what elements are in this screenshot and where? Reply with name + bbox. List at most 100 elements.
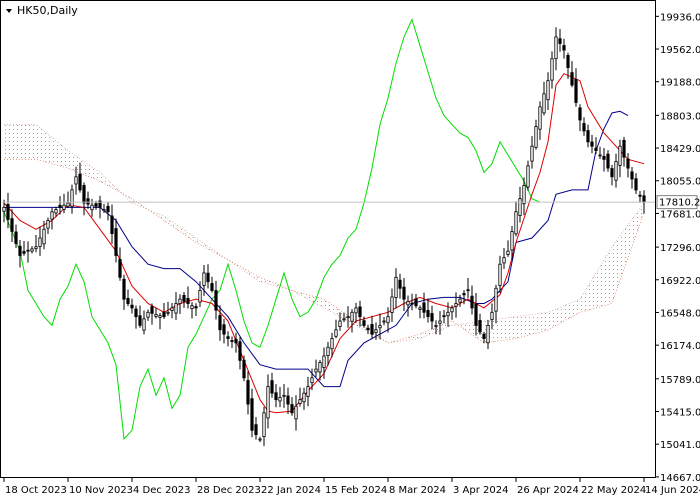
y-tick-label: 19188.0 [660, 78, 700, 89]
bear-candle-body [422, 302, 426, 313]
current-price-marker: 17810.2 [656, 195, 700, 210]
bear-candle-body [134, 308, 138, 318]
y-tick-label: 16922.0 [660, 276, 700, 287]
bear-candle-body [18, 245, 22, 256]
cloud-segment [12, 124, 20, 160]
bear-candle-body [398, 279, 402, 289]
bull-candle-body [294, 405, 298, 420]
cloud-segment [532, 313, 540, 335]
bear-candle-body [470, 295, 474, 309]
bull-candle-body [54, 209, 58, 214]
bear-candle-body [622, 139, 626, 158]
cloud-segment [500, 317, 508, 341]
bear-candle-body [234, 338, 238, 344]
bull-candle-body [158, 315, 162, 318]
bull-candle-body [390, 296, 394, 313]
bull-candle-body [342, 318, 346, 321]
bull-candle-body [166, 311, 170, 314]
bull-candle-body [518, 198, 522, 216]
bull-candle-body [258, 438, 262, 441]
cloud-segment [540, 312, 548, 332]
bull-candle-body [266, 386, 270, 419]
bull-candle-body [458, 298, 462, 303]
bear-candle-body [558, 38, 562, 44]
bull-candle-body [374, 329, 378, 334]
current-price-label: 17810.2 [659, 198, 700, 209]
bull-candle-body [378, 325, 382, 329]
bull-candle-body [446, 311, 450, 317]
bull-candle-body [282, 394, 286, 397]
y-tick-label: 17296.0 [660, 243, 700, 254]
bull-candle-body [598, 154, 602, 157]
bear-candle-body [130, 304, 134, 309]
bull-candle-body [34, 246, 38, 250]
bull-candle-body [146, 311, 150, 318]
x-tick-label: 15 Feb 2024 [325, 485, 387, 496]
bull-candle-body [278, 397, 282, 402]
bear-candle-body [594, 147, 598, 151]
bull-candle-body [42, 228, 46, 245]
bull-candle-body [382, 320, 386, 323]
y-tick-label: 18429.0 [660, 144, 700, 155]
bull-candle-body [190, 305, 194, 309]
bull-candle-body [70, 189, 74, 207]
bull-candle-body [142, 318, 146, 331]
bear-candle-body [6, 204, 10, 220]
y-tick-label: 18055.0 [660, 177, 700, 188]
bull-candle-body [306, 386, 310, 397]
bear-candle-body [186, 298, 190, 304]
y-tick-label: 18803.0 [660, 111, 700, 122]
bull-candle-body [2, 207, 6, 212]
bear-candle-body [118, 259, 122, 278]
bull-candle-body [326, 346, 330, 357]
bull-candle-body [438, 320, 442, 324]
bear-candle-body [442, 315, 446, 318]
x-tick-label: 8 Mar 2024 [389, 485, 446, 496]
bear-candle-body [82, 185, 86, 204]
bear-candle-body [86, 198, 90, 205]
bear-candle-body [150, 306, 154, 314]
bull-candle-body [154, 314, 158, 317]
bull-candle-body [262, 412, 266, 437]
x-tick-label: 18 Oct 2023 [5, 485, 67, 496]
bear-candle-body [358, 306, 362, 318]
bear-candle-body [238, 341, 242, 361]
x-tick-label: 22 May 2024 [581, 485, 646, 496]
chart-title-text: HK50,Daily [17, 4, 78, 17]
bull-candle-body [198, 290, 202, 303]
bear-candle-body [586, 130, 590, 143]
bear-candle-body [270, 380, 274, 394]
bull-candle-body [406, 300, 410, 306]
bear-candle-body [138, 315, 142, 326]
bear-candle-body [478, 320, 482, 333]
bull-candle-body [334, 329, 338, 337]
bull-candle-body [354, 307, 358, 314]
bull-candle-body [90, 204, 94, 211]
bear-candle-body [162, 311, 166, 318]
bull-candle-body [498, 263, 502, 286]
bull-candle-body [170, 307, 174, 311]
cloud-segment [516, 315, 524, 339]
bear-candle-body [254, 424, 258, 436]
price-axis: 19936.0 19562.0 19188.0 18803.0 18429.0 18055… [655, 12, 700, 484]
x-tick-label: 14 Jun 2024 [645, 485, 700, 496]
bull-candle-body [50, 211, 54, 220]
bull-candle-body [494, 287, 498, 312]
bull-candle-body [526, 165, 530, 188]
x-tick-label: 22 Jan 2024 [261, 485, 321, 496]
bear-candle-body [226, 336, 230, 339]
bull-candle-body [490, 311, 494, 320]
cloud-segment [20, 124, 28, 160]
cloud-segment [4, 124, 12, 160]
bear-candle-body [286, 395, 290, 405]
y-tick-label: 16548.0 [660, 308, 700, 319]
cloud-segment [524, 314, 532, 337]
bear-candle-body [426, 310, 430, 318]
bull-candle-body [330, 338, 334, 350]
bear-candle-body [582, 123, 586, 132]
bear-candle-body [126, 297, 130, 304]
chart-title: HK50,Daily [6, 4, 78, 17]
chart-background [0, 0, 700, 500]
x-tick-label: 4 Dec 2023 [133, 485, 191, 496]
bear-candle-body [78, 173, 82, 191]
